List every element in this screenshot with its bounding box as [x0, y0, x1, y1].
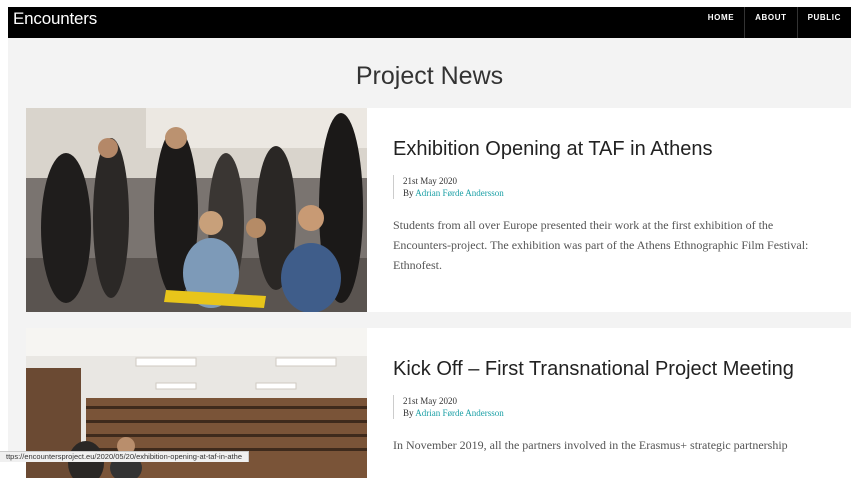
site-brand[interactable]: Encounters	[13, 9, 97, 29]
post-byline: By Adrian Førde Andersson	[403, 407, 504, 419]
status-bar-url: ttps://encountersproject.eu/2020/05/20/e…	[0, 451, 249, 462]
main-nav: HOME ABOUT PUBLIC	[698, 7, 851, 38]
post-meta: 21st May 2020 By Adrian Førde Andersson	[393, 175, 504, 199]
byline-prefix: By	[403, 408, 414, 418]
post-excerpt: In November 2019, all the partners invol…	[393, 438, 788, 452]
post-title[interactable]: Kick Off – First Transnational Project M…	[393, 358, 794, 381]
main-content: Project News Exhibition Opening at TAF i…	[8, 38, 851, 478]
post-meta: 21st May 2020 By Adrian Førde Andersson	[393, 395, 504, 419]
top-navbar: Encounters HOME ABOUT PUBLIC	[8, 7, 851, 38]
exhibition-photo	[26, 108, 367, 312]
news-card: Exhibition Opening at TAF in Athens 21st…	[26, 108, 851, 312]
post-excerpt: Students from all over Europe presented …	[393, 218, 809, 272]
post-date: 21st May 2020	[403, 176, 457, 186]
post-byline: By Adrian Førde Andersson	[403, 187, 504, 199]
author-link[interactable]: Adrian Førde Andersson	[415, 188, 504, 198]
author-link[interactable]: Adrian Førde Andersson	[415, 408, 504, 418]
post-title[interactable]: Exhibition Opening at TAF in Athens	[393, 138, 712, 161]
post-image[interactable]	[26, 108, 367, 312]
byline-prefix: By	[403, 188, 414, 198]
nav-home[interactable]: HOME	[698, 7, 744, 38]
post-date: 21st May 2020	[403, 396, 457, 406]
page-title: Project News	[355, 62, 504, 90]
nav-public[interactable]: PUBLIC	[796, 7, 851, 38]
nav-about[interactable]: ABOUT	[744, 7, 796, 38]
